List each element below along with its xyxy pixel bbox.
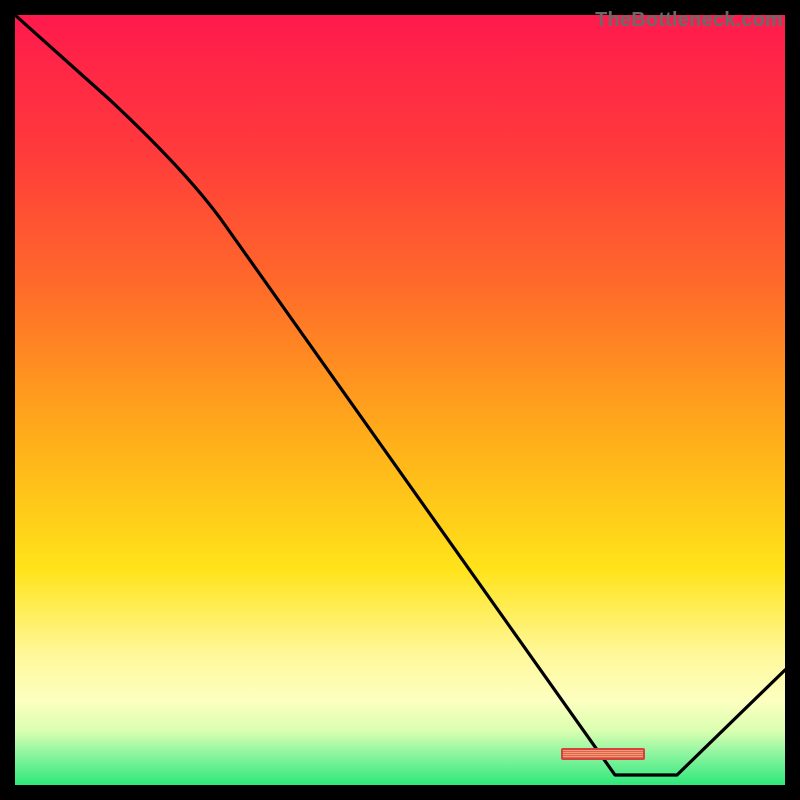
line-chart xyxy=(15,15,785,785)
minimum-marker xyxy=(561,748,645,760)
data-line xyxy=(15,15,785,775)
attribution-label: TheBottleneck.com xyxy=(595,9,783,32)
chart-frame: TheBottleneck.com xyxy=(15,15,785,785)
